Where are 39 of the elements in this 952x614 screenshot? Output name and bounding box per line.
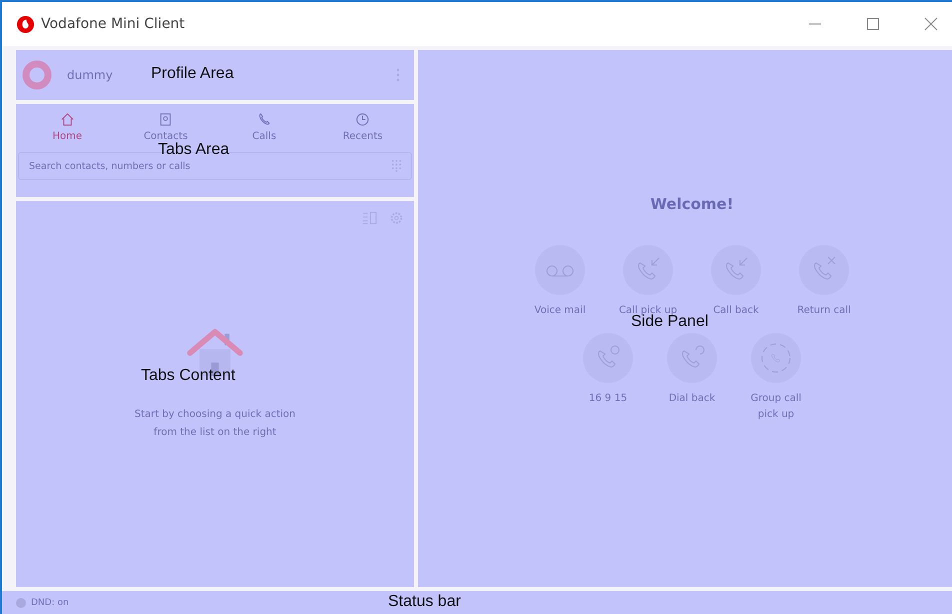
window-title: Vodafone Mini Client [41,16,185,32]
clock-icon [355,112,370,127]
close-icon[interactable] [924,17,938,31]
list-view-icon[interactable] [362,211,377,225]
phone-icon [256,112,272,127]
phone-icon[interactable] [623,245,673,295]
tab[interactable]: Recents [314,112,412,142]
settings-icon[interactable] [389,211,404,225]
tab[interactable]: Calls [215,112,314,142]
voicemail-icon[interactable] [535,245,585,295]
overlay-label: Tabs Content [141,367,236,385]
maximize-icon[interactable] [866,17,880,31]
welcome-heading: Welcome! [650,195,734,213]
action-label: 16 9 15 [588,392,628,406]
phone-icon[interactable] [667,333,717,383]
action-label: Group call pick up [750,392,802,422]
action-label: Dial back [668,392,716,406]
action-label: Voice mail [533,304,587,318]
avatar-icon [22,60,52,90]
tab[interactable]: Contacts [116,112,215,142]
phone-icon[interactable] [711,245,761,295]
overlay-label: Profile Area [151,65,234,83]
status-icon [16,598,26,608]
overlay-label: Side Panel [631,313,708,331]
tab[interactable]: Home [18,112,116,142]
phone-icon[interactable] [583,333,633,383]
logo-icon [16,14,35,34]
overlay-label: Status bar [388,593,461,611]
action-label: Call pick up [618,304,678,316]
profile-name: dummy [67,68,113,82]
action-label: Return call [796,304,852,318]
home-icon [60,112,75,127]
group-call-icon[interactable] [751,333,801,383]
action-label: Call back [712,304,760,318]
status-text: DND: on [31,598,69,608]
hint-text: Start by choosing a quick action from the list on the right [134,408,296,440]
phone-icon[interactable] [799,245,849,295]
dialpad-icon[interactable] [391,159,402,172]
contact-card-icon [158,112,174,127]
